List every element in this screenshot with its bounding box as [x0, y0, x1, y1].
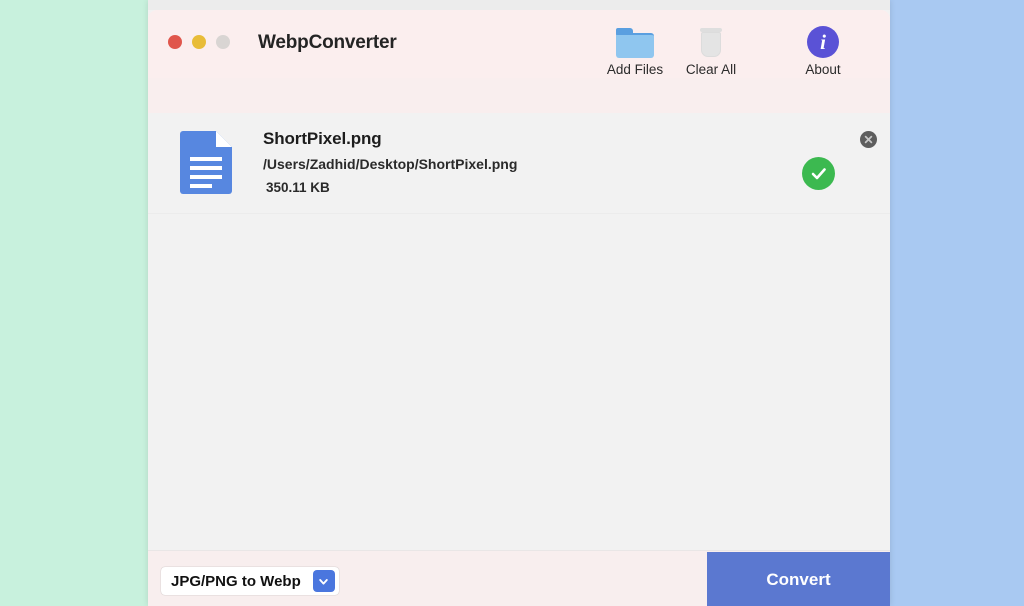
- convert-button[interactable]: Convert: [707, 552, 890, 606]
- chevron-down-icon[interactable]: [312, 570, 335, 592]
- window-controls: [168, 35, 230, 49]
- secondary-toolbar-strip: [148, 78, 890, 114]
- remove-file-button[interactable]: [860, 131, 877, 148]
- file-list[interactable]: ShortPixel.png /Users/Zadhid/Desktop/Sho…: [148, 113, 890, 550]
- check-icon: [811, 168, 826, 180]
- minimize-window-button[interactable]: [192, 35, 206, 49]
- status-badge-success: [802, 157, 835, 190]
- clear-all-label: Clear All: [685, 62, 737, 77]
- about-button[interactable]: i About: [781, 24, 865, 77]
- conversion-format-value: JPG/PNG to Webp: [171, 572, 301, 590]
- window-top-edge: [148, 0, 890, 10]
- info-icon: i: [807, 24, 839, 58]
- table-row[interactable]: ShortPixel.png /Users/Zadhid/Desktop/Sho…: [148, 113, 890, 214]
- file-path: /Users/Zadhid/Desktop/ShortPixel.png: [263, 156, 518, 172]
- screen: WebpConverter Add Files Clear All i Abou…: [0, 0, 1024, 606]
- maximize-window-button[interactable]: [216, 35, 230, 49]
- about-label: About: [805, 62, 841, 77]
- file-details: ShortPixel.png /Users/Zadhid/Desktop/Sho…: [263, 129, 517, 195]
- info-icon-glyph: i: [807, 26, 839, 58]
- folder-icon: [616, 24, 654, 58]
- add-files-label: Add Files: [606, 62, 664, 77]
- trash-icon: [699, 24, 723, 58]
- close-window-button[interactable]: [168, 35, 182, 49]
- desktop-background-right: [890, 0, 1024, 606]
- app-window: WebpConverter Add Files Clear All i Abou…: [148, 0, 890, 606]
- document-icon: [180, 131, 232, 194]
- file-size: 350.11 KB: [266, 180, 330, 195]
- page-title: WebpConverter: [258, 32, 397, 53]
- close-icon: [864, 135, 873, 144]
- add-files-button[interactable]: Add Files: [593, 24, 677, 77]
- bottom-bar: JPG/PNG to Webp Convert: [148, 550, 890, 606]
- desktop-background-left: [0, 0, 148, 606]
- title-bar: WebpConverter Add Files Clear All i Abou…: [148, 10, 890, 78]
- clear-all-button[interactable]: Clear All: [669, 24, 753, 77]
- conversion-format-select[interactable]: JPG/PNG to Webp: [161, 567, 339, 595]
- file-name: ShortPixel.png: [263, 129, 382, 148]
